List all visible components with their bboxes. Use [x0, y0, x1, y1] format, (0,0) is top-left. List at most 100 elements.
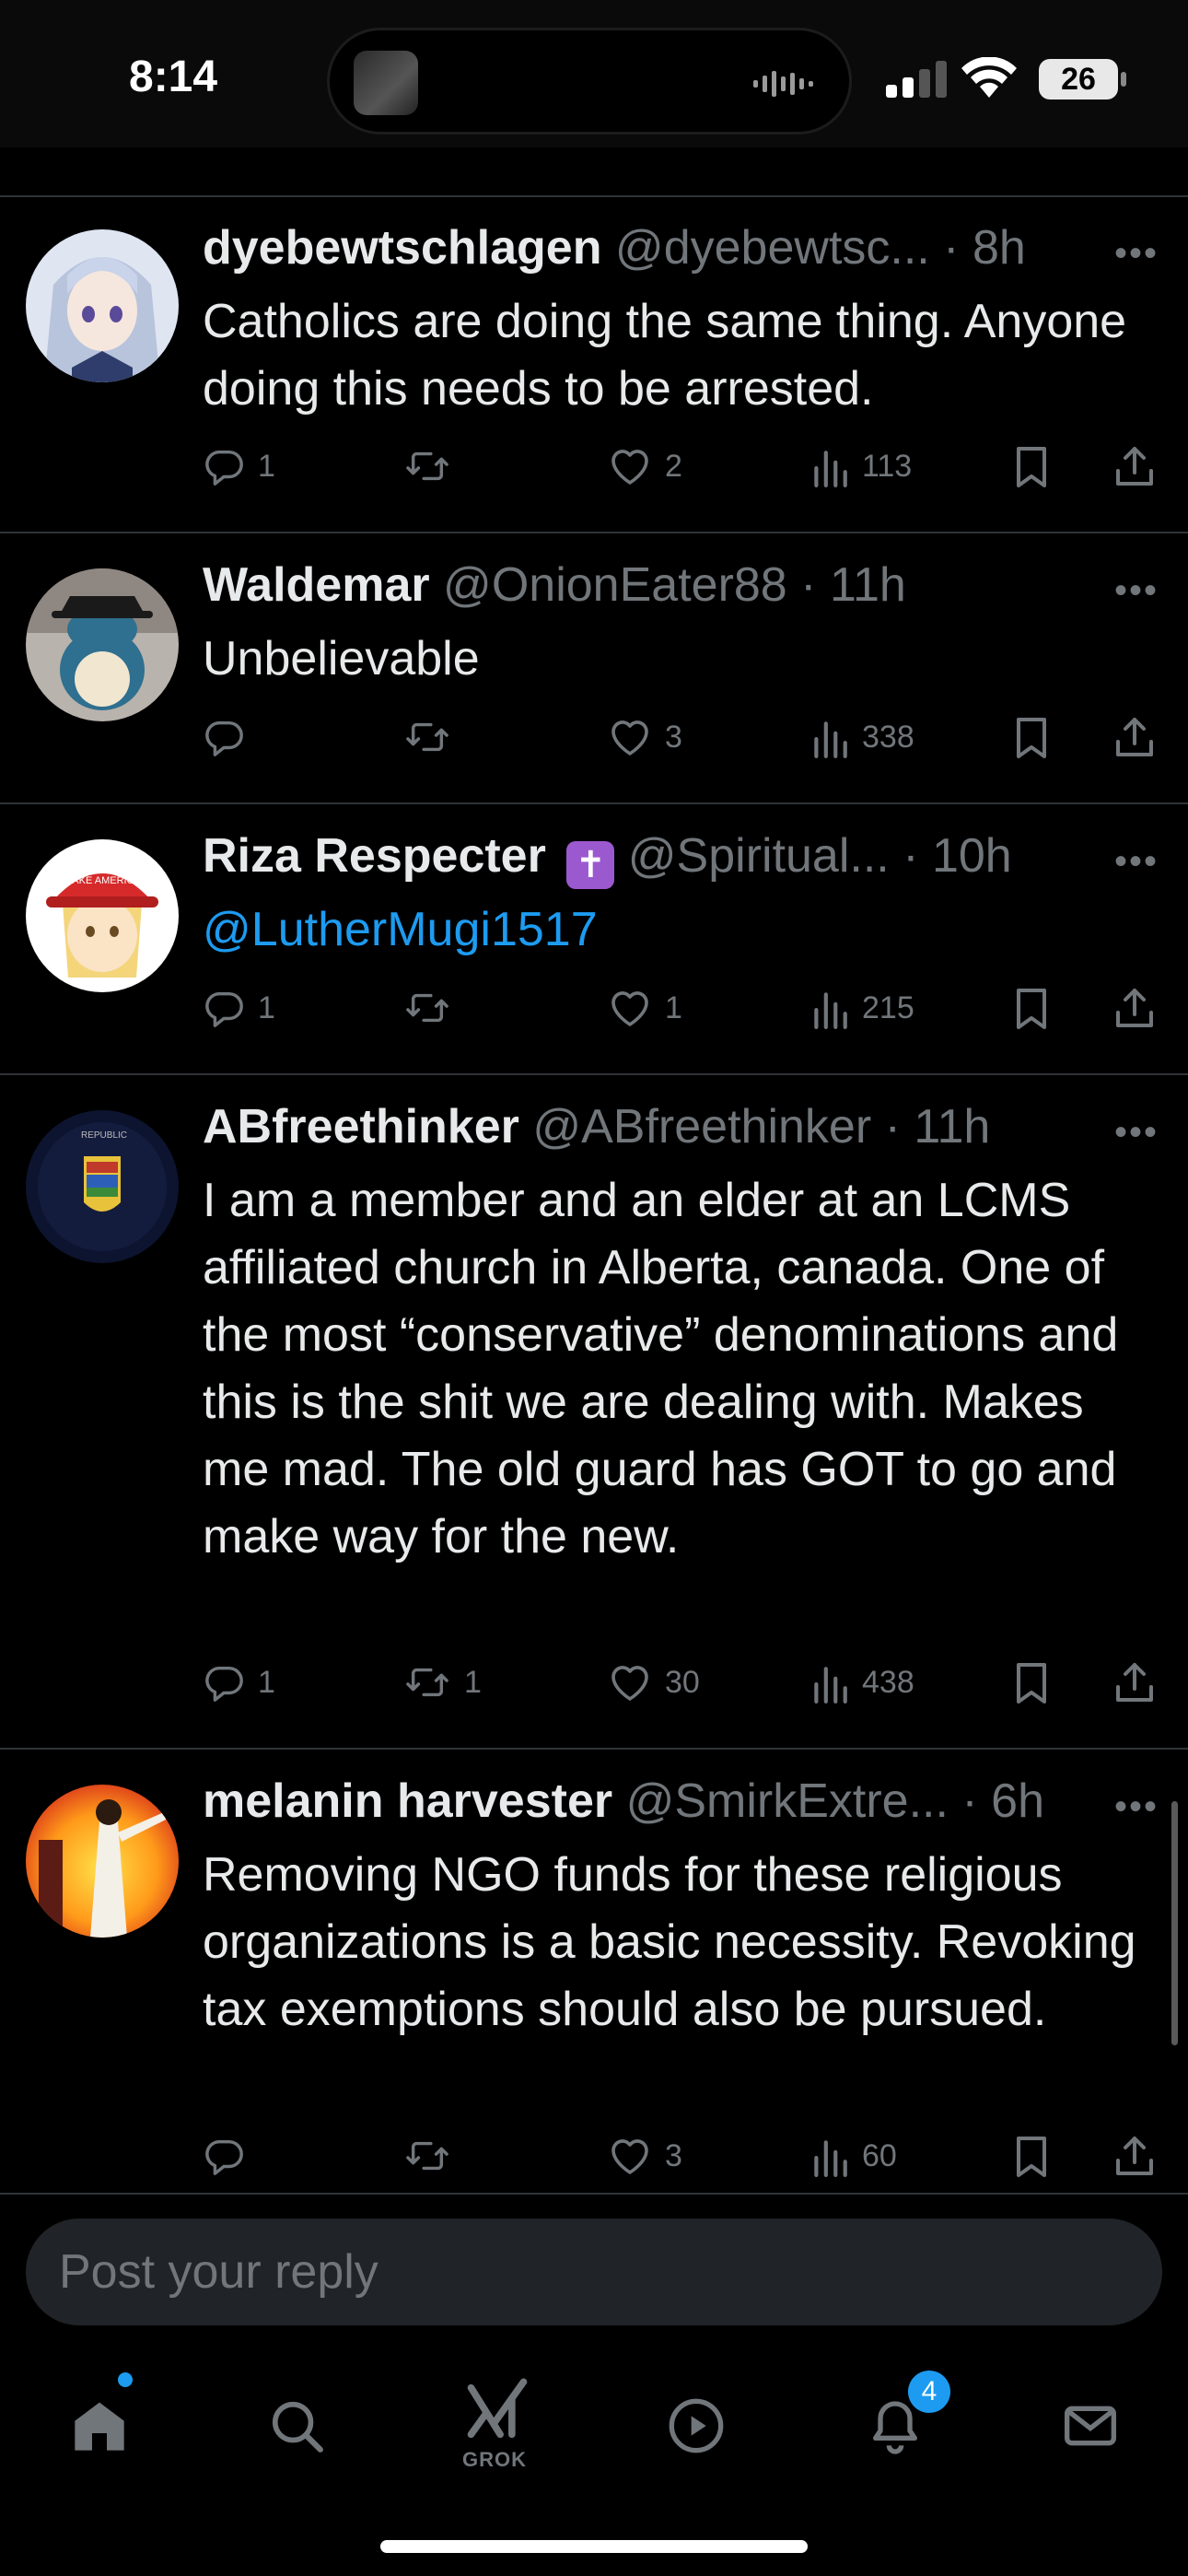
avatar-anime-image [26, 229, 179, 382]
like-count: 30 [665, 1664, 700, 1700]
grok-icon [467, 2378, 528, 2439]
views-count: 438 [862, 1664, 914, 1700]
reply-feed: dyebewtschlagen @dyebewtsc... · 8h ••• C… [0, 196, 1188, 2201]
views-button[interactable]: 338 [810, 716, 914, 758]
timestamp: 8h [972, 221, 1026, 275]
like-button[interactable]: 3 [608, 716, 682, 758]
reply-tweet[interactable]: dyebewtschlagen @dyebewtsc... · 8h ••• C… [0, 196, 1188, 533]
avatar-maga-hat-image: MAKE AMERICA [26, 839, 179, 992]
bookmark-icon [1017, 447, 1046, 487]
views-button[interactable]: 60 [810, 2135, 897, 2177]
handle[interactable]: @Spiritual... [628, 829, 890, 883]
repost-icon [406, 722, 448, 752]
more-options-icon[interactable]: ••• [1114, 841, 1159, 883]
handle[interactable]: @ABfreethinker [532, 1100, 871, 1153]
bookmark-button[interactable] [1013, 716, 1050, 760]
share-button[interactable] [1114, 445, 1155, 489]
handle[interactable]: @dyebewtsc... [615, 221, 930, 275]
cellular-signal-icon [886, 61, 947, 98]
scrollbar[interactable] [1171, 1801, 1178, 2045]
reply-icon [205, 991, 243, 1027]
tweet-actions: 1 2 113 [203, 445, 1170, 497]
more-options-icon[interactable]: ••• [1114, 1112, 1159, 1153]
tab-home[interactable] [53, 2380, 146, 2472]
reply-button[interactable]: 1 [203, 1661, 275, 1704]
like-button[interactable]: 1 [608, 987, 682, 1029]
bookmark-button[interactable] [1013, 1661, 1050, 1705]
avatar[interactable] [26, 568, 179, 721]
avatar-snorlax-image [26, 568, 179, 721]
tweet-actions: 3 338 [203, 716, 1170, 767]
share-icon [1116, 989, 1153, 1027]
handle[interactable]: @SmirkExtre... [626, 1774, 949, 1828]
reply-tweet[interactable]: MAKE AMERICA Riza Respecter ✝ @Spiritual… [0, 804, 1188, 1075]
bookmark-icon [1017, 2137, 1046, 2177]
tweet-actions: 3 60 [203, 2135, 1170, 2186]
bookmark-button[interactable] [1013, 2135, 1050, 2179]
reply-tweet[interactable]: melanin harvester @SmirkExtre... · 6h ••… [0, 1750, 1188, 2201]
repost-button[interactable] [403, 445, 464, 487]
avatar[interactable] [26, 1785, 179, 1938]
reply-tweet[interactable]: REPUBLIC ABfreethinker @ABfreethinker · … [0, 1075, 1188, 1750]
tab-video[interactable] [650, 2380, 742, 2472]
like-button[interactable]: 2 [608, 445, 682, 487]
repost-button[interactable]: 1 [403, 1661, 482, 1704]
display-name[interactable]: Waldemar [203, 558, 430, 612]
views-count: 338 [862, 719, 914, 755]
reply-button[interactable] [203, 2135, 258, 2177]
share-icon [1116, 718, 1153, 756]
reply-input[interactable] [26, 2219, 1162, 2325]
reply-button[interactable]: 1 [203, 445, 275, 487]
home-unread-dot [118, 2372, 133, 2387]
audio-wave-icon [753, 71, 813, 97]
share-button[interactable] [1114, 987, 1155, 1031]
dynamic-island[interactable] [327, 28, 852, 135]
display-name[interactable]: ABfreethinker [203, 1100, 519, 1153]
reply-button[interactable]: 1 [203, 987, 275, 1029]
reply-count: 1 [258, 1664, 275, 1700]
tab-messages[interactable] [1044, 2380, 1136, 2472]
share-button[interactable] [1114, 2135, 1155, 2179]
views-button[interactable]: 438 [810, 1661, 914, 1704]
home-indicator[interactable] [380, 2540, 808, 2553]
tweet-text: Removing NGO funds for these religious o… [203, 1848, 1136, 2036]
views-icon [814, 1667, 847, 1704]
bookmark-button[interactable] [1013, 987, 1050, 1031]
reply-button[interactable] [203, 716, 258, 758]
repost-button[interactable] [403, 2135, 464, 2177]
avatar[interactable]: REPUBLIC [26, 1110, 179, 1263]
handle[interactable]: @OnionEater88 [443, 558, 787, 612]
display-name[interactable]: Riza Respecter [203, 829, 546, 883]
more-options-icon[interactable]: ••• [1114, 233, 1159, 275]
display-name[interactable]: dyebewtschlagen [203, 221, 601, 275]
views-button[interactable]: 113 [810, 445, 912, 487]
timestamp: 11h [914, 1100, 991, 1153]
repost-button[interactable] [403, 987, 464, 1029]
display-name[interactable]: melanin harvester [203, 1774, 612, 1828]
views-button[interactable]: 215 [810, 987, 914, 1029]
more-options-icon[interactable]: ••• [1114, 1786, 1159, 1828]
avatar[interactable] [26, 229, 179, 382]
more-options-icon[interactable]: ••• [1114, 570, 1159, 612]
timestamp: 11h [829, 558, 906, 612]
tweet-actions: 1 1 30 438 [203, 1661, 1170, 1713]
tab-search[interactable] [250, 2380, 343, 2472]
avatar-passport-image: REPUBLIC [26, 1110, 179, 1263]
battery-cap [1121, 72, 1126, 87]
reply-tweet[interactable]: Waldemar @OnionEater88 · 11h ••• Unbelie… [0, 533, 1188, 804]
views-icon [814, 451, 847, 487]
tab-grok[interactable] [451, 2365, 543, 2457]
like-button[interactable]: 30 [608, 1661, 700, 1704]
share-button[interactable] [1114, 716, 1155, 760]
like-button[interactable]: 3 [608, 2135, 682, 2177]
repost-button[interactable] [403, 716, 464, 758]
share-button[interactable] [1114, 1661, 1155, 1705]
repost-icon [406, 993, 448, 1023]
like-count: 3 [665, 2137, 682, 2173]
views-icon [814, 2140, 847, 2177]
mention-link[interactable]: @LutherMugi1517 [203, 896, 1160, 964]
avatar[interactable]: MAKE AMERICA [26, 839, 179, 992]
bookmark-button[interactable] [1013, 445, 1050, 489]
heart-icon [611, 450, 648, 485]
heart-icon [611, 2139, 648, 2174]
